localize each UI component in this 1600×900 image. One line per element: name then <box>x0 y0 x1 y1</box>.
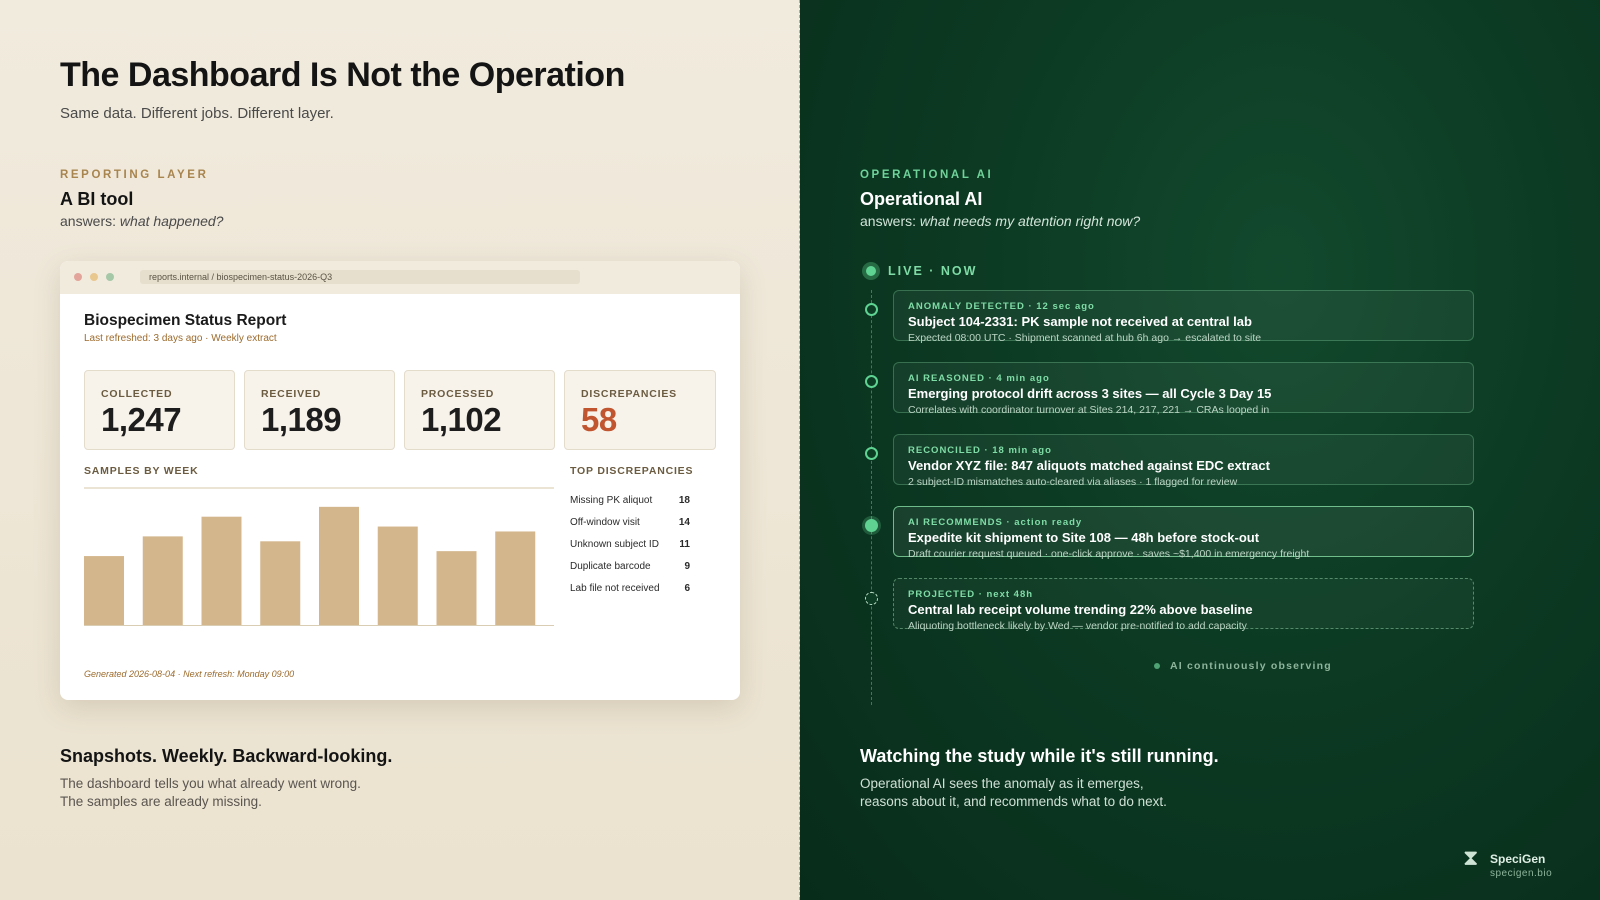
kpi-collected: COLLECTED 1,247 <box>84 370 235 450</box>
event-card-projected[interactable]: PROJECTED · next 48h Central lab receipt… <box>893 578 1474 632</box>
live-indicator-icon <box>862 262 880 280</box>
discrepancy-row: Duplicate barcode 9 <box>570 561 690 572</box>
chart-bar <box>201 516 242 625</box>
timeline-node-active <box>865 519 878 532</box>
timeline-line <box>871 290 872 705</box>
kpi-value: 1,102 <box>421 401 502 438</box>
event-detail: Correlates with coordinator turnover at … <box>908 404 1270 416</box>
discrepancy-row: Off-window visit 14 <box>570 517 690 528</box>
kpi-value: 1,189 <box>261 401 342 438</box>
report-title: Biospecimen Status Report <box>84 312 287 329</box>
chart-bar <box>84 556 124 625</box>
event-detail: Aliquoting bottleneck likely by Wed — ve… <box>908 620 1247 632</box>
timeline-node <box>865 447 878 460</box>
event-tag: RECONCILED · 18 min ago <box>908 445 1052 456</box>
kpi-processed: PROCESSED 1,102 <box>404 370 555 450</box>
event-card-reasoned[interactable]: AI REASONED · 4 min ago Emerging protoco… <box>893 362 1474 416</box>
event-tag: PROJECTED · next 48h <box>908 589 1034 600</box>
dna-icon: ⧗ <box>1463 845 1479 870</box>
kpi-discrepancies: DISCREPANCIES 58 <box>564 370 716 450</box>
browser-bar: reports.internal / biospecimen-status-20… <box>60 261 740 294</box>
close-dot-icon[interactable] <box>74 273 82 281</box>
kpi-label: COLLECTED <box>101 388 173 400</box>
chart-bar <box>142 536 183 625</box>
kpi-label: PROCESSED <box>421 388 495 400</box>
event-detail: Expected 08:00 UTC · Shipment scanned at… <box>908 332 1262 344</box>
operational-question: answers: what needs my attention right n… <box>860 213 1141 229</box>
brand-url: specigen.bio <box>1490 868 1553 879</box>
event-card-recommends[interactable]: AI RECOMMENDS · action ready Expedite ki… <box>893 506 1474 560</box>
event-detail: 2 subject-ID mismatches auto-cleared via… <box>908 476 1238 488</box>
chart-bar <box>436 551 477 625</box>
chart-bar <box>495 531 536 625</box>
event-title: Subject 104-2331: PK sample not received… <box>908 314 1252 329</box>
event-tag: ANOMALY DETECTED · 12 sec ago <box>908 301 1095 312</box>
brand-name: SpeciGen <box>1490 852 1546 866</box>
event-tag: AI RECOMMENDS · action ready <box>908 517 1083 528</box>
timeline-node <box>865 375 878 388</box>
operational-title: Operational AI <box>860 189 983 209</box>
discrepancy-row: Unknown subject ID 11 <box>570 539 690 550</box>
reporting-summary-line: The samples are already missing. <box>60 794 262 809</box>
event-title: Emerging protocol drift across 3 sites —… <box>908 386 1272 401</box>
panel-divider <box>799 0 800 900</box>
chart-title: SAMPLES BY WEEK <box>84 465 199 477</box>
page-subtitle: Same data. Different jobs. Different lay… <box>60 105 334 122</box>
operational-eyebrow: OPERATIONAL AI <box>860 169 994 181</box>
bi-report-window: reports.internal / biospecimen-status-20… <box>60 261 740 700</box>
reporting-title: A BI tool <box>60 189 134 209</box>
kpi-label: DISCREPANCIES <box>581 388 677 400</box>
event-title: Expedite kit shipment to Site 108 — 48h … <box>908 530 1260 545</box>
observing-label: AI continuously observing <box>1170 660 1332 672</box>
kpi-value: 58 <box>581 401 617 438</box>
live-label: LIVE · NOW <box>888 264 978 278</box>
kpi-label: RECEIVED <box>261 388 322 400</box>
observing-dot-icon <box>1154 663 1160 669</box>
discrepancy-row: Missing PK aliquot 18 <box>570 495 690 506</box>
url-bar[interactable]: reports.internal / biospecimen-status-20… <box>140 270 580 284</box>
chart-bar <box>377 526 418 625</box>
kpi-received: RECEIVED 1,189 <box>244 370 395 450</box>
report-refresh-info: Last refreshed: 3 days ago · Weekly extr… <box>84 333 277 344</box>
event-title: Central lab receipt volume trending 22% … <box>908 602 1253 617</box>
timeline-node <box>865 303 878 316</box>
event-detail: Draft courier request queued · one-click… <box>908 548 1310 560</box>
reporting-eyebrow: REPORTING LAYER <box>60 169 209 181</box>
samples-by-week-chart <box>84 506 554 626</box>
discrepancies-title: TOP DISCREPANCIES <box>570 465 694 477</box>
kpi-value: 1,247 <box>101 401 182 438</box>
discrepancy-row: Lab file not received 6 <box>570 583 690 594</box>
operational-summary-title: Watching the study while it's still runn… <box>860 746 1219 766</box>
event-title: Vendor XYZ file: 847 aliquots matched ag… <box>908 458 1270 473</box>
report-footer: Generated 2026-08-04 · Next refresh: Mon… <box>84 669 295 679</box>
event-card-reconciled[interactable]: RECONCILED · 18 min ago Vendor XYZ file:… <box>893 434 1474 488</box>
reporting-summary-title: Snapshots. Weekly. Backward-looking. <box>60 746 393 766</box>
reporting-question: answers: what happened? <box>60 213 224 229</box>
minimize-dot-icon[interactable] <box>90 273 98 281</box>
chart-bar <box>260 541 301 625</box>
operational-summary-line: Operational AI sees the anomaly as it em… <box>860 776 1144 791</box>
timeline-node-projected <box>865 592 878 605</box>
reporting-summary-line: The dashboard tells you what already wen… <box>60 776 361 791</box>
event-tag: AI REASONED · 4 min ago <box>908 373 1050 384</box>
event-card-anomaly[interactable]: ANOMALY DETECTED · 12 sec ago Subject 10… <box>893 290 1474 344</box>
operational-summary-line: reasons about it, and recommends what to… <box>860 794 1167 809</box>
chart-bar <box>319 506 359 625</box>
page-title: The Dashboard Is Not the Operation <box>60 56 625 94</box>
chart-rule <box>84 487 554 489</box>
maximize-dot-icon[interactable] <box>106 273 114 281</box>
